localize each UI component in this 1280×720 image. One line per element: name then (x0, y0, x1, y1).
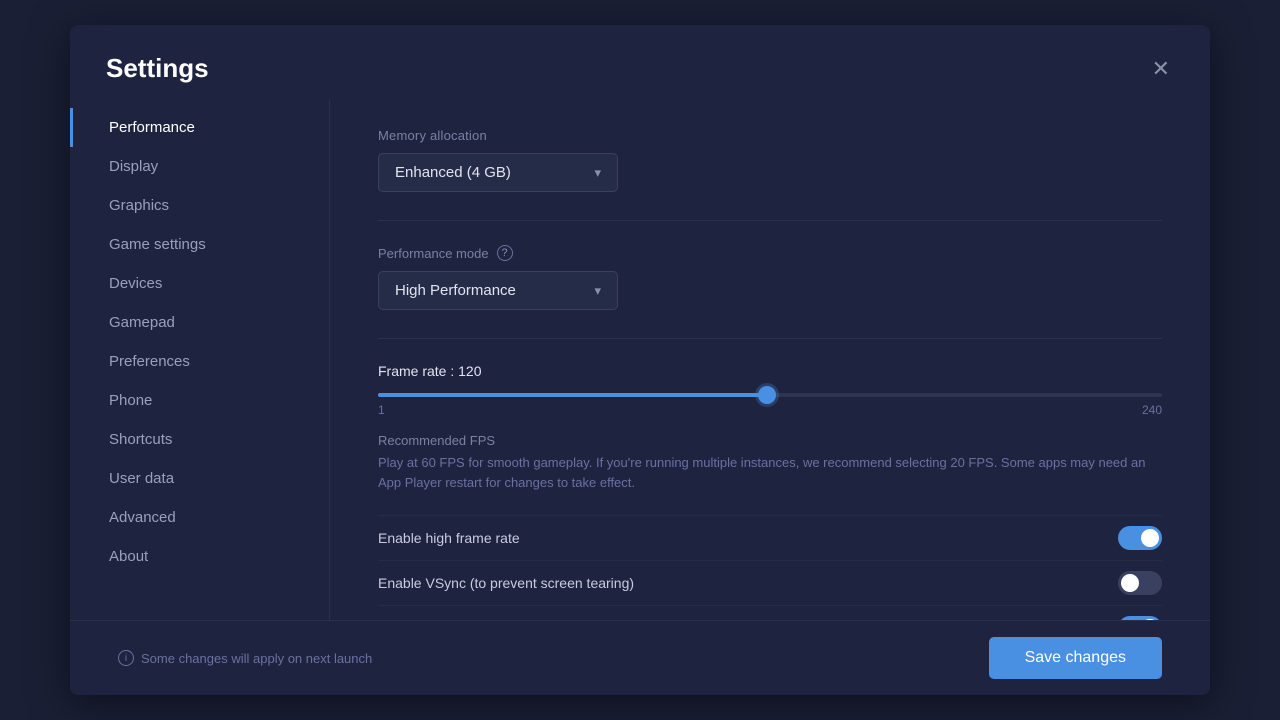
settings-modal: Settings ✕ PerformanceDisplayGraphicsGam… (70, 25, 1210, 695)
footer-info-icon: i (118, 650, 134, 666)
sidebar-item-preferences[interactable]: Preferences (70, 342, 329, 381)
sidebar-item-gamepad[interactable]: Gamepad (70, 303, 329, 342)
sidebar-item-phone[interactable]: Phone (70, 381, 329, 420)
performance-mode-select[interactable]: High Performance ▾ (378, 271, 618, 310)
modal-header: Settings ✕ (70, 25, 1210, 100)
slider-max: 240 (1142, 403, 1162, 417)
toggle-row-vsync: Enable VSync (to prevent screen tearing) (378, 560, 1162, 605)
sidebar-item-about[interactable]: About (70, 537, 329, 576)
divider-2 (378, 338, 1162, 339)
save-button[interactable]: Save changes (989, 637, 1162, 679)
sidebar-item-advanced[interactable]: Advanced (70, 498, 329, 537)
frame-rate-prefix: Frame rate : (378, 363, 458, 379)
memory-label: Memory allocation (378, 128, 1162, 143)
memory-select-arrow: ▾ (594, 165, 601, 181)
slider-fill (378, 393, 767, 397)
toggles-container: Enable high frame rate Enable VSync (to p… (378, 515, 1162, 620)
modal-title: Settings (106, 53, 209, 84)
toggle-knob-vsync (1121, 574, 1139, 592)
slider-track (378, 393, 1162, 397)
sidebar-item-performance[interactable]: Performance (70, 108, 329, 147)
perf-mode-text: Performance mode (378, 246, 489, 261)
close-button[interactable]: ✕ (1148, 54, 1174, 84)
toggle-knob-display-fps (1141, 619, 1159, 620)
performance-mode-label: Performance mode ? (378, 245, 1162, 261)
frame-rate-slider-container (378, 393, 1162, 397)
perf-mode-value: High Performance (395, 282, 516, 299)
main-content: Memory allocation Enhanced (4 GB) ▾ Perf… (330, 100, 1210, 620)
footer-note: i Some changes will apply on next launch (118, 650, 372, 666)
slider-min: 1 (378, 403, 385, 417)
sidebar-item-graphics[interactable]: Graphics (70, 186, 329, 225)
sidebar-item-display[interactable]: Display (70, 147, 329, 186)
toggle-knob-high-frame-rate (1141, 529, 1159, 547)
modal-body: PerformanceDisplayGraphicsGame settingsD… (70, 100, 1210, 620)
slider-thumb[interactable] (758, 386, 776, 404)
frame-rate-label: Frame rate : 120 (378, 363, 1162, 379)
toggle-switch-display-fps[interactable] (1118, 616, 1162, 620)
toggle-label-high-frame-rate: Enable high frame rate (378, 530, 520, 546)
toggle-label-vsync: Enable VSync (to prevent screen tearing) (378, 575, 634, 591)
modal-footer: i Some changes will apply on next launch… (70, 620, 1210, 695)
toggle-row-display-fps: Display FPS during gameplay (378, 605, 1162, 620)
footer-note-text: Some changes will apply on next launch (141, 651, 372, 666)
fps-note-text: Play at 60 FPS for smooth gameplay. If y… (378, 453, 1162, 493)
sidebar-item-shortcuts[interactable]: Shortcuts (70, 420, 329, 459)
sidebar-item-user-data[interactable]: User data (70, 459, 329, 498)
help-icon[interactable]: ? (497, 245, 513, 261)
sidebar-item-devices[interactable]: Devices (70, 264, 329, 303)
sidebar: PerformanceDisplayGraphicsGame settingsD… (70, 100, 330, 620)
toggle-switch-vsync[interactable] (1118, 571, 1162, 595)
frame-rate-value: 120 (458, 363, 481, 379)
memory-select-value: Enhanced (4 GB) (395, 164, 511, 181)
fps-note-title: Recommended FPS (378, 433, 1162, 448)
divider-1 (378, 220, 1162, 221)
memory-select[interactable]: Enhanced (4 GB) ▾ (378, 153, 618, 192)
toggle-switch-high-frame-rate[interactable] (1118, 526, 1162, 550)
sidebar-item-game-settings[interactable]: Game settings (70, 225, 329, 264)
perf-mode-arrow: ▾ (594, 283, 601, 299)
toggle-row-high-frame-rate: Enable high frame rate (378, 515, 1162, 560)
slider-range-labels: 1 240 (378, 403, 1162, 417)
